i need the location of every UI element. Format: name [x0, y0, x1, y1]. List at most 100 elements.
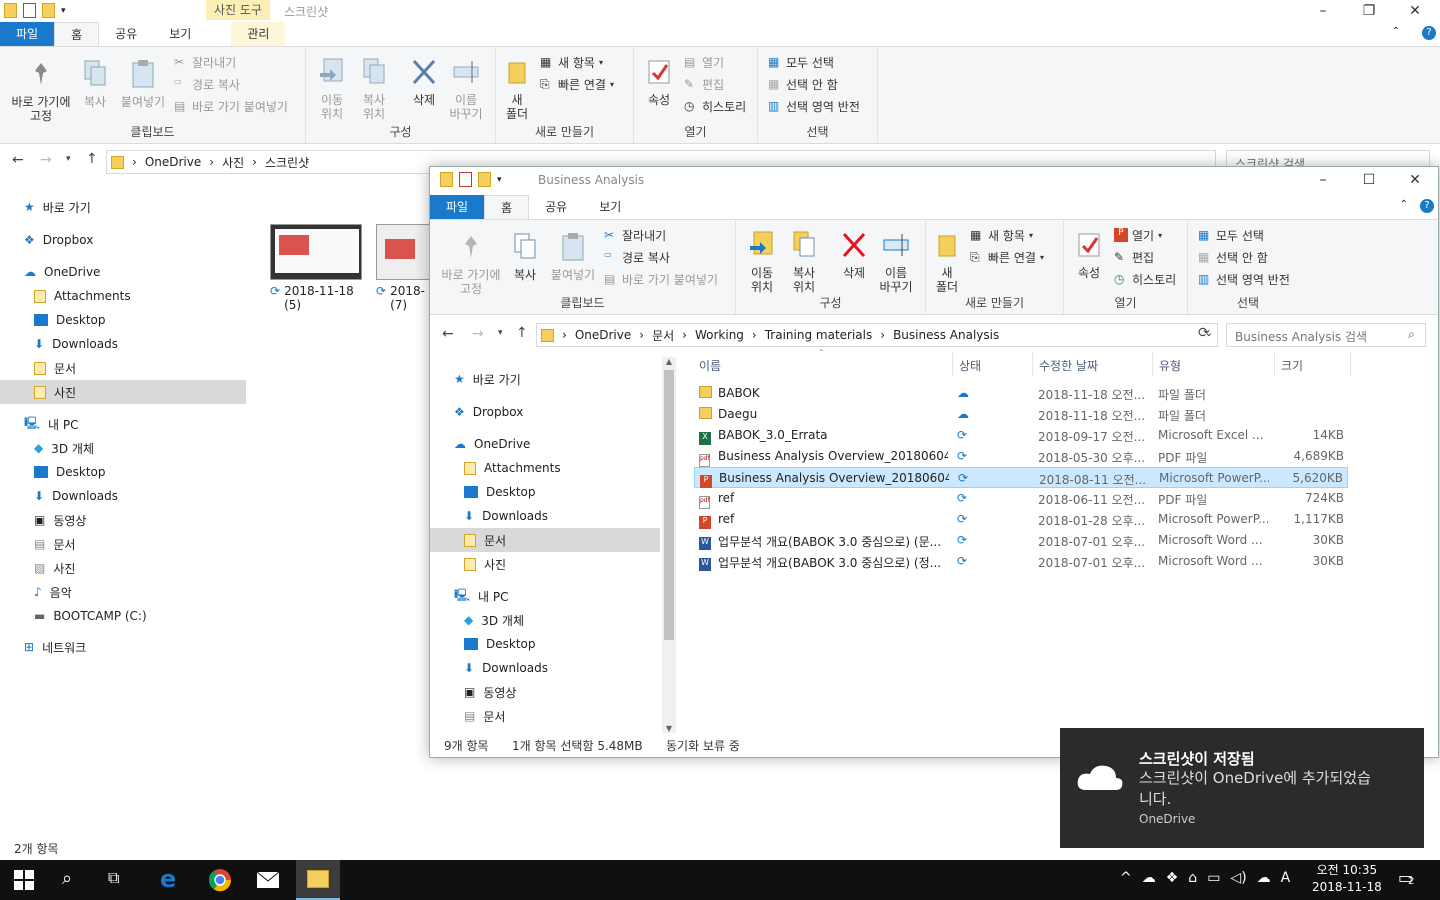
front-address-bar[interactable]: › OneDrive › 문서 › Working › Training materia…	[536, 323, 1218, 347]
maximize-button[interactable]: ❐	[1346, 0, 1392, 22]
mail-icon[interactable]	[256, 868, 280, 892]
search-icon[interactable]: ⌕	[1408, 327, 1415, 342]
nav-pictures[interactable]: 사진	[0, 380, 246, 404]
new-folder-button[interactable]: 새 폴더	[502, 57, 532, 121]
properties-button[interactable]: 속성	[642, 57, 676, 107]
quick-access-dropdown-icon[interactable]: ▾	[497, 175, 502, 185]
back-arrow-icon[interactable]: ←	[442, 326, 454, 342]
nav-pc-documents[interactable]: ▤ 문서	[464, 705, 505, 727]
select-none-button[interactable]: ▦ 선택 안 함	[1198, 248, 1268, 266]
select-all-button[interactable]: ▦ 모두 선택	[1198, 226, 1264, 244]
nav-dropbox[interactable]: ❖ Dropbox	[454, 401, 523, 423]
nav-videos[interactable]: ▣ 동영상	[34, 509, 86, 531]
nav-pc-downloads[interactable]: ⬇ Downloads	[34, 485, 118, 507]
easy-access-button[interactable]: ⎘ 빠른 연결 ▾	[540, 75, 614, 93]
nav-desktop[interactable]: Desktop	[464, 481, 536, 503]
edit-button[interactable]: ✎ 편집	[1114, 248, 1154, 266]
refresh-icon[interactable]: ⟳	[1198, 325, 1210, 341]
paste-shortcut-button[interactable]: ▤ 바로 가기 붙여넣기	[604, 270, 718, 288]
tab-share[interactable]: 공유	[99, 22, 153, 46]
nav-quick-access[interactable]: ★ 바로 가기	[24, 196, 91, 218]
chevron-up-icon[interactable]: ^	[1120, 870, 1132, 886]
paste-button[interactable]: 붙여넣기	[116, 59, 170, 109]
edit-button[interactable]: ✎ 편집	[684, 75, 724, 93]
copy-to-button[interactable]: 복사 위치	[354, 57, 394, 121]
up-arrow-icon[interactable]: ↑	[516, 325, 528, 341]
history-button[interactable]: ◷ 히스토리	[684, 97, 746, 115]
nav-downloads[interactable]: ⬇ Downloads	[34, 333, 118, 355]
new-item-button[interactable]: ▦ 새 항목 ▾	[540, 53, 603, 71]
tab-share[interactable]: 공유	[529, 195, 583, 219]
delete-button[interactable]: 삭제	[404, 57, 444, 107]
nav-documents[interactable]: 문서	[430, 528, 660, 552]
scroll-down-icon[interactable]: ▼	[662, 724, 676, 733]
column-header-status[interactable]: 상태	[959, 357, 981, 374]
nav-videos[interactable]: ▣ 동영상	[464, 681, 516, 703]
table-row[interactable]: P Business Analysis Overview_20180604 (..…	[694, 467, 1348, 488]
copy-path-button[interactable]: ▭ 경로 복사	[604, 248, 670, 266]
invert-selection-button[interactable]: ▥ 선택 영역 반전	[768, 97, 860, 115]
search-icon[interactable]: ⌕	[62, 868, 86, 892]
cut-button[interactable]: ✂ 잘라내기	[174, 53, 236, 71]
nav-pc-desktop[interactable]: Desktop	[34, 461, 106, 483]
tab-view[interactable]: 보기	[583, 195, 637, 219]
edge-browser-icon[interactable]: e	[160, 867, 184, 892]
select-none-button[interactable]: ▦ 선택 안 함	[768, 75, 838, 93]
properties-button[interactable]: 속성	[1072, 230, 1106, 280]
nav-bootcamp-drive[interactable]: ▬ BOOTCAMP (C:)	[34, 605, 147, 627]
properties-quick-icon[interactable]	[459, 172, 472, 187]
front-search-input[interactable]: Business Analysis 검색	[1226, 323, 1426, 347]
breadcrumb-onedrive[interactable]: OneDrive	[145, 155, 201, 169]
table-row[interactable]: pdf ref ⟳ 2018-06-11 오전... PDF 파일 724KB	[694, 488, 1348, 509]
rename-button[interactable]: 이름 바꾸기	[446, 57, 486, 121]
quick-access-dropdown-icon[interactable]: ▾	[61, 6, 66, 16]
table-row[interactable]: W 업무분석 개요(BABOK 3.0 중심으로) (정... ⟳ 2018-07-0…	[694, 551, 1348, 572]
nav-quick-access[interactable]: ★ 바로 가기	[454, 368, 521, 390]
nav-onedrive[interactable]: ☁ OneDrive	[24, 261, 100, 283]
minimize-button[interactable]: –	[1300, 0, 1346, 22]
new-folder-button[interactable]: 새 폴더	[932, 230, 962, 294]
ribbon-collapse-icon[interactable]: ⌃	[1400, 199, 1408, 210]
nav-onedrive[interactable]: ☁ OneDrive	[454, 433, 530, 455]
thumbnail-item[interactable]: ⟳ 2018- (7)	[376, 224, 430, 312]
nav-this-pc[interactable]: 🖳 내 PC	[24, 413, 79, 435]
easy-access-button[interactable]: ⎘ 빠른 연결 ▾	[970, 248, 1044, 266]
breadcrumb-working[interactable]: Working	[695, 328, 744, 342]
history-button[interactable]: ◷ 히스토리	[1114, 270, 1176, 288]
table-row[interactable]: Daegu ☁ 2018-11-18 오전... 파일 폴더	[694, 404, 1348, 425]
task-view-icon[interactable]: ⧉	[108, 868, 132, 892]
nav-network[interactable]: ⊞ 네트워크	[24, 636, 86, 658]
scrollbar-thumb[interactable]	[664, 370, 674, 640]
minimize-button[interactable]: –	[1300, 169, 1346, 191]
file-explorer-taskbar-button[interactable]	[296, 860, 340, 900]
column-header-type[interactable]: 유형	[1159, 357, 1181, 374]
table-row[interactable]: pdf Business Analysis Overview_20180604 (…	[694, 446, 1348, 467]
volume-icon[interactable]: ◁)	[1230, 870, 1246, 886]
nav-pc-documents[interactable]: ▤ 문서	[34, 533, 75, 555]
pin-button[interactable]: 바로 가기에 고정	[436, 232, 506, 296]
nav-pc-downloads[interactable]: ⬇ Downloads	[464, 657, 548, 679]
up-arrow-icon[interactable]: ↑	[86, 151, 98, 167]
nav-this-pc[interactable]: 🖳 내 PC	[454, 585, 509, 607]
scroll-up-icon[interactable]: ▲	[662, 357, 676, 366]
tab-file[interactable]: 파일	[0, 22, 55, 46]
nav-downloads[interactable]: ⬇ Downloads	[464, 505, 548, 527]
copy-path-button[interactable]: ▭ 경로 복사	[174, 75, 240, 93]
breadcrumb-business-analysis[interactable]: Business Analysis	[893, 328, 999, 342]
invert-selection-button[interactable]: ▥ 선택 영역 반전	[1198, 270, 1290, 288]
nav-dropbox[interactable]: ❖ Dropbox	[24, 229, 93, 251]
tab-home[interactable]: 홈	[484, 195, 530, 219]
tab-file[interactable]: 파일	[430, 195, 485, 219]
delete-button[interactable]: 삭제	[834, 230, 874, 280]
open-button[interactable]: P 열기 ▾	[1114, 226, 1162, 244]
nav-3d-objects[interactable]: ◆ 3D 개체	[464, 609, 524, 631]
dropbox-icon[interactable]: ❖	[1166, 870, 1179, 886]
nav-pc-desktop[interactable]: Desktop	[464, 633, 536, 655]
breadcrumb-documents[interactable]: 문서	[652, 327, 674, 344]
tab-home[interactable]: 홈	[54, 22, 100, 46]
copy-to-button[interactable]: 복사 위치	[784, 230, 824, 294]
pin-button[interactable]: 바로 가기에 고정	[6, 59, 76, 123]
back-arrow-icon[interactable]: ←	[12, 152, 24, 168]
nav-scrollbar[interactable]: ▲ ▼	[662, 357, 676, 733]
clock[interactable]: 오전 10:35 2018-11-18	[1312, 862, 1382, 896]
